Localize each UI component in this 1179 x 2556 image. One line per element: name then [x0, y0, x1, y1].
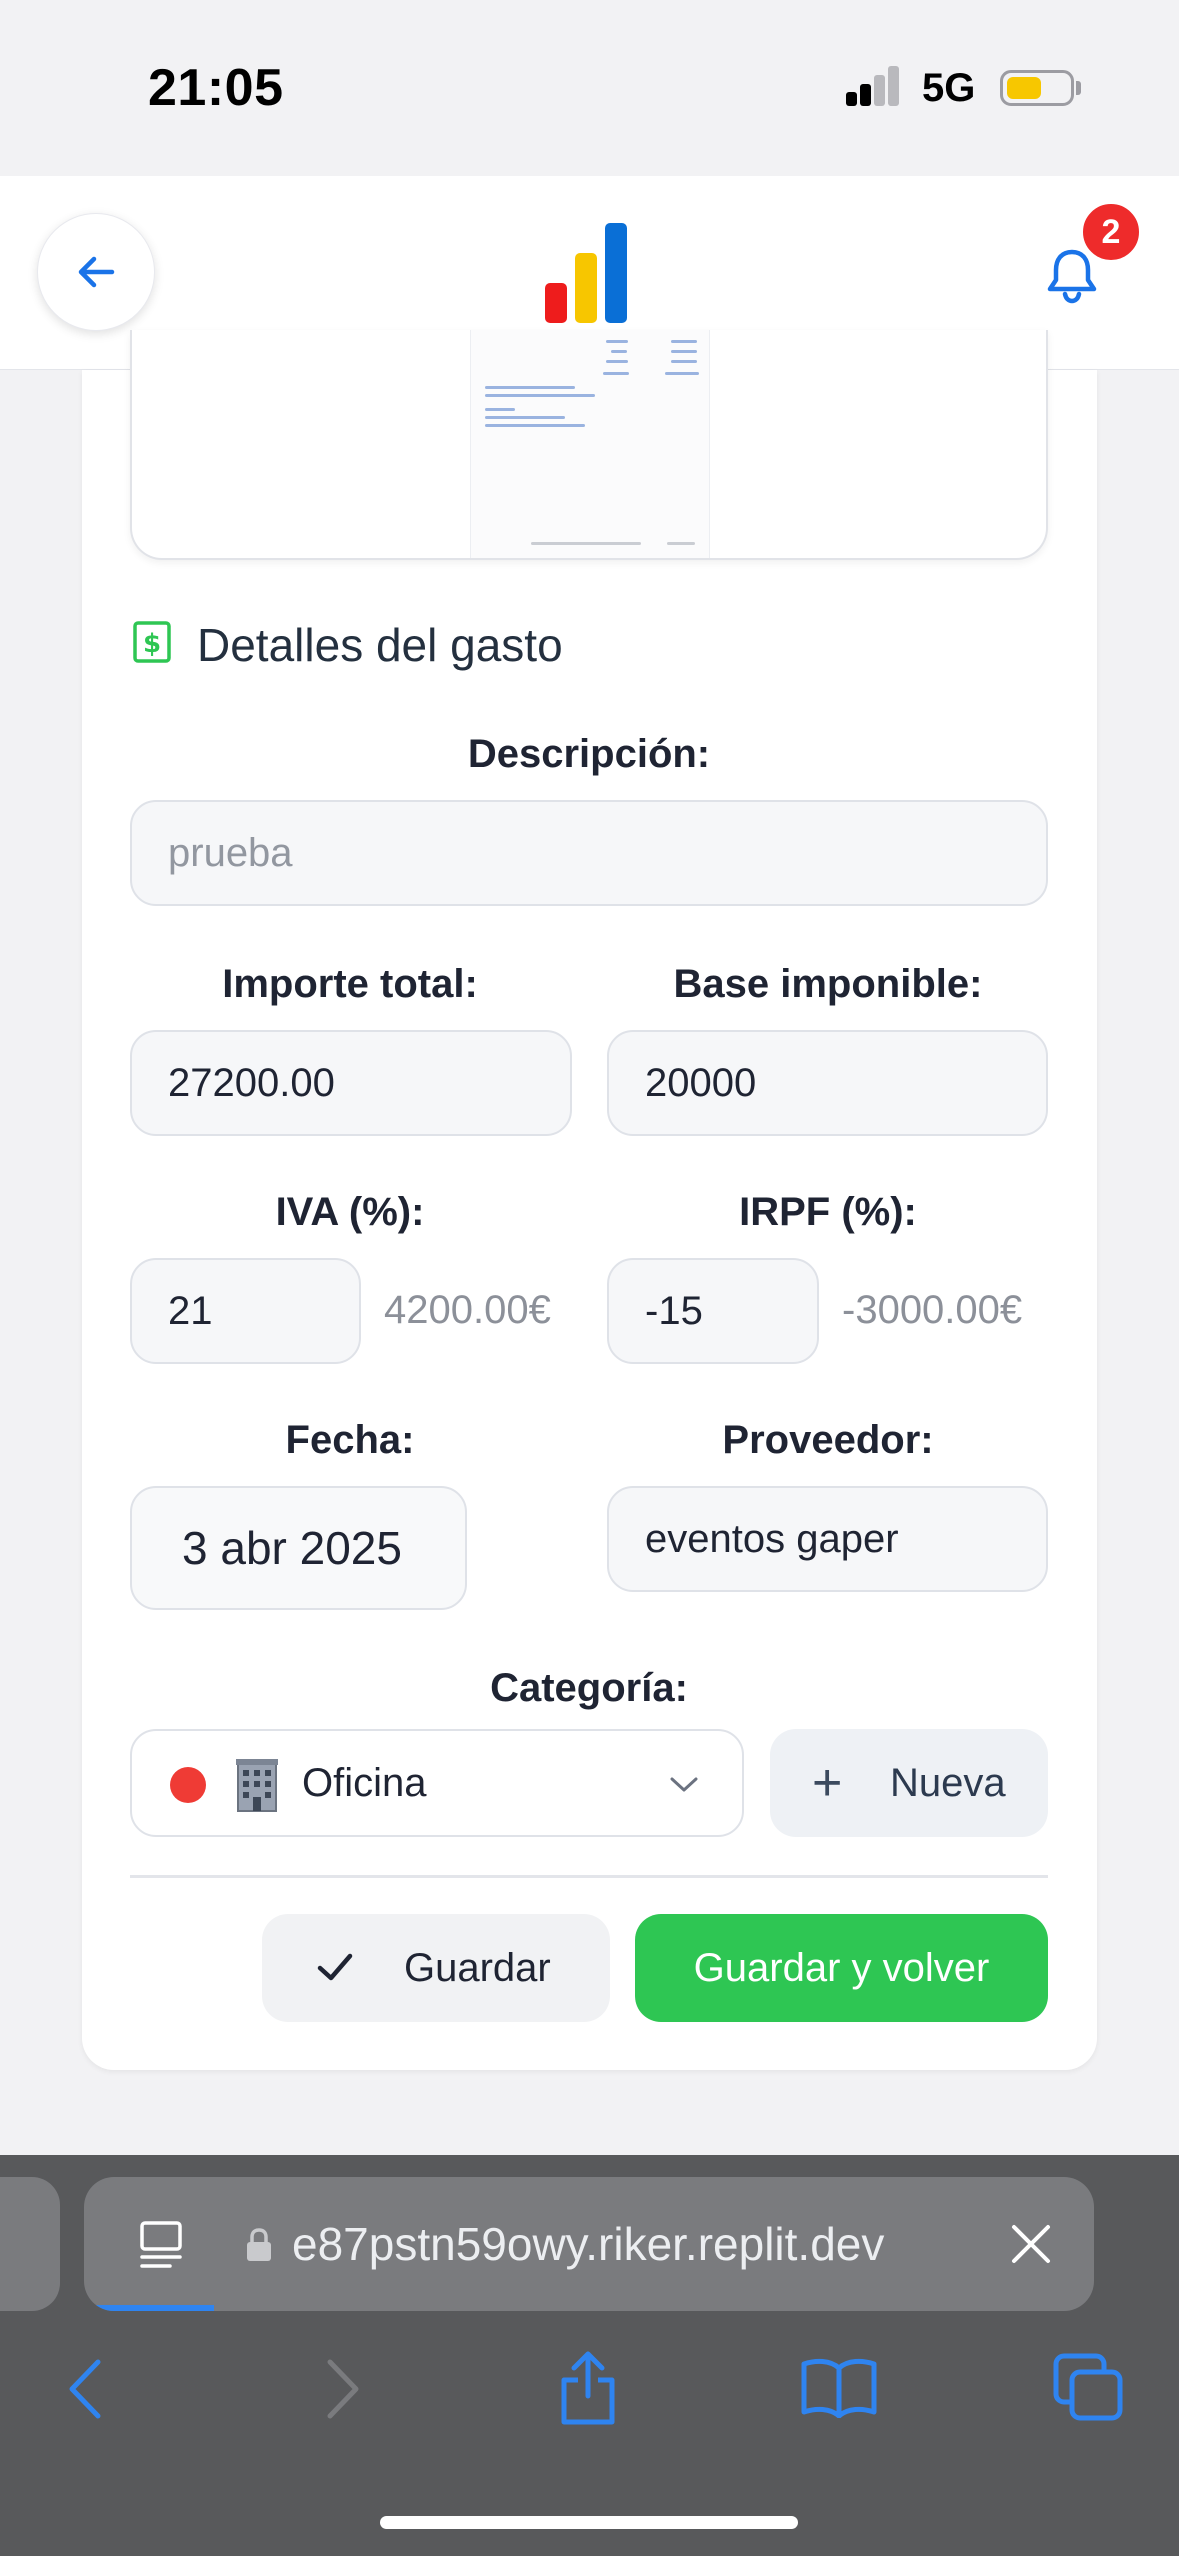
base-amount-input[interactable]: 20000	[607, 1030, 1048, 1136]
description-label: Descripción:	[467, 732, 711, 776]
app-logo	[545, 223, 635, 323]
save-and-back-button[interactable]: Guardar y volver	[635, 1914, 1048, 2022]
battery-icon	[1000, 70, 1074, 106]
supplier-input[interactable]: eventos gaper	[607, 1486, 1048, 1592]
iva-label: IVA (%):	[275, 1190, 425, 1234]
notification-badge: 2	[1080, 201, 1142, 263]
irpf-label: IRPF (%):	[739, 1190, 917, 1234]
page-load-progress	[84, 2305, 214, 2311]
bookmarks-icon[interactable]	[800, 2356, 878, 2418]
home-indicator	[380, 2516, 798, 2529]
date-picker[interactable]: 3 abr 2025	[130, 1486, 467, 1610]
close-icon[interactable]	[1008, 2221, 1054, 2267]
dollar-receipt-icon: $	[133, 621, 171, 663]
lock-icon	[247, 2228, 271, 2261]
arrow-left-icon	[78, 256, 115, 288]
supplier-label: Proveedor:	[722, 1418, 934, 1462]
receipt-thumbnail	[470, 330, 710, 558]
category-label: Categoría:	[490, 1666, 688, 1710]
irpf-amount: -3000.00€	[842, 1288, 1023, 1332]
status-bar: 21:05 5G	[0, 0, 1179, 176]
tabs-icon[interactable]	[1052, 2352, 1124, 2422]
total-label: Importe total:	[222, 962, 478, 1006]
plus-icon: +	[812, 1754, 843, 1812]
total-amount-input[interactable]: 27200.00	[130, 1030, 572, 1136]
category-select[interactable]: Oficina	[130, 1729, 744, 1837]
back-button[interactable]	[37, 213, 155, 331]
iva-percent-input[interactable]: 21	[130, 1258, 361, 1364]
description-input[interactable]: prueba	[130, 800, 1048, 906]
address-bar[interactable]: e87pstn59owy.riker.replit.dev	[84, 2177, 1094, 2311]
base-label: Base imponible:	[673, 962, 983, 1006]
category-color-dot	[170, 1767, 206, 1803]
category-selected-value: Oficina	[302, 1761, 427, 1805]
save-button[interactable]: Guardar	[262, 1914, 610, 2022]
iva-amount: 4200.00€	[384, 1288, 551, 1332]
previous-tab[interactable]	[0, 2177, 60, 2311]
reader-mode-icon[interactable]	[134, 2219, 194, 2271]
browser-back-icon[interactable]	[66, 2358, 106, 2420]
divider	[130, 1875, 1048, 1878]
save-label: Guardar	[404, 1946, 551, 1990]
new-category-label: Nueva	[890, 1761, 1006, 1805]
share-icon[interactable]	[558, 2350, 618, 2426]
network-type: 5G	[922, 66, 976, 110]
url-text: e87pstn59owy.riker.replit.dev	[292, 2218, 885, 2270]
status-time: 21:05	[148, 59, 284, 117]
office-building-icon	[236, 1759, 278, 1812]
date-label: Fecha:	[285, 1418, 415, 1462]
svg-text:$: $	[143, 629, 161, 659]
section-title: Detalles del gasto	[197, 619, 563, 671]
irpf-percent-input[interactable]: -15	[607, 1258, 819, 1364]
chevron-down-icon	[670, 1777, 698, 1792]
check-icon	[317, 1953, 353, 1981]
new-category-button[interactable]: + Nueva	[770, 1729, 1048, 1837]
receipt-preview[interactable]	[130, 330, 1048, 560]
browser-forward-icon[interactable]	[322, 2358, 362, 2420]
cellular-signal-icon	[846, 64, 900, 106]
